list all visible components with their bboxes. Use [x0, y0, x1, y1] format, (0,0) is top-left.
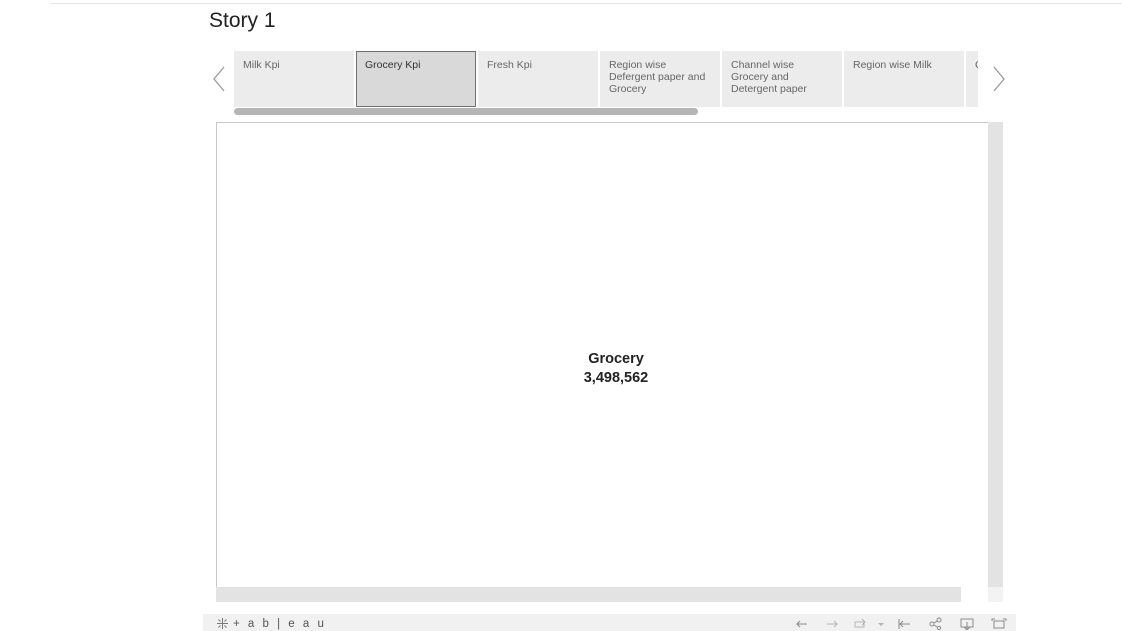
- tableau-logo-text: + a b | e a u: [233, 617, 327, 630]
- tableau-toolbar: + a b | e a u: [203, 614, 1016, 631]
- vertical-scrollbar[interactable]: [988, 122, 1003, 587]
- kpi-value: 3,498,562: [583, 370, 649, 386]
- tableau-logo-icon: [217, 618, 228, 629]
- tab-milk-kpi[interactable]: Milk Kpi: [234, 51, 354, 107]
- kpi-label: Grocery: [588, 351, 644, 367]
- scrollbar-corner: [988, 587, 1003, 602]
- revert-icon[interactable]: [852, 616, 870, 630]
- kpi-card: Grocery 3,498,562: [516, 350, 716, 388]
- fullscreen-icon[interactable]: [990, 616, 1008, 630]
- reset-to-start-icon[interactable]: [895, 616, 913, 630]
- story-title: Story 1: [209, 9, 276, 32]
- redo-icon[interactable]: [823, 616, 841, 630]
- header-divider: [50, 3, 1122, 4]
- tab-region-wise-milk[interactable]: Region wise Milk: [844, 51, 964, 107]
- next-tabs-arrow-icon[interactable]: [992, 66, 1006, 92]
- previous-tabs-arrow-icon[interactable]: [212, 66, 226, 92]
- tab-channel-wise-grocery-and-detergent-paper[interactable]: Channel wise Grocery and Detergent paper: [722, 51, 842, 107]
- download-icon[interactable]: [958, 616, 976, 630]
- horizontal-scrollbar[interactable]: [216, 587, 961, 602]
- share-icon[interactable]: [927, 616, 945, 630]
- tab-channel-partial[interactable]: Ch an: [966, 51, 978, 107]
- tableau-logo[interactable]: + a b | e a u: [216, 617, 326, 630]
- tab-fresh-kpi[interactable]: Fresh Kpi: [478, 51, 598, 107]
- story-tabs: Milk Kpi Grocery Kpi Fresh Kpi Region wi…: [234, 51, 978, 107]
- undo-icon[interactable]: [793, 616, 811, 630]
- tabs-scrollbar-thumb[interactable]: [234, 108, 698, 115]
- tab-region-wise-defergent-paper-and-grocery[interactable]: Region wise Defergent paper and Grocery: [600, 51, 720, 107]
- dropdown-caret-icon[interactable]: [875, 616, 887, 630]
- tab-grocery-kpi[interactable]: Grocery Kpi: [356, 51, 476, 107]
